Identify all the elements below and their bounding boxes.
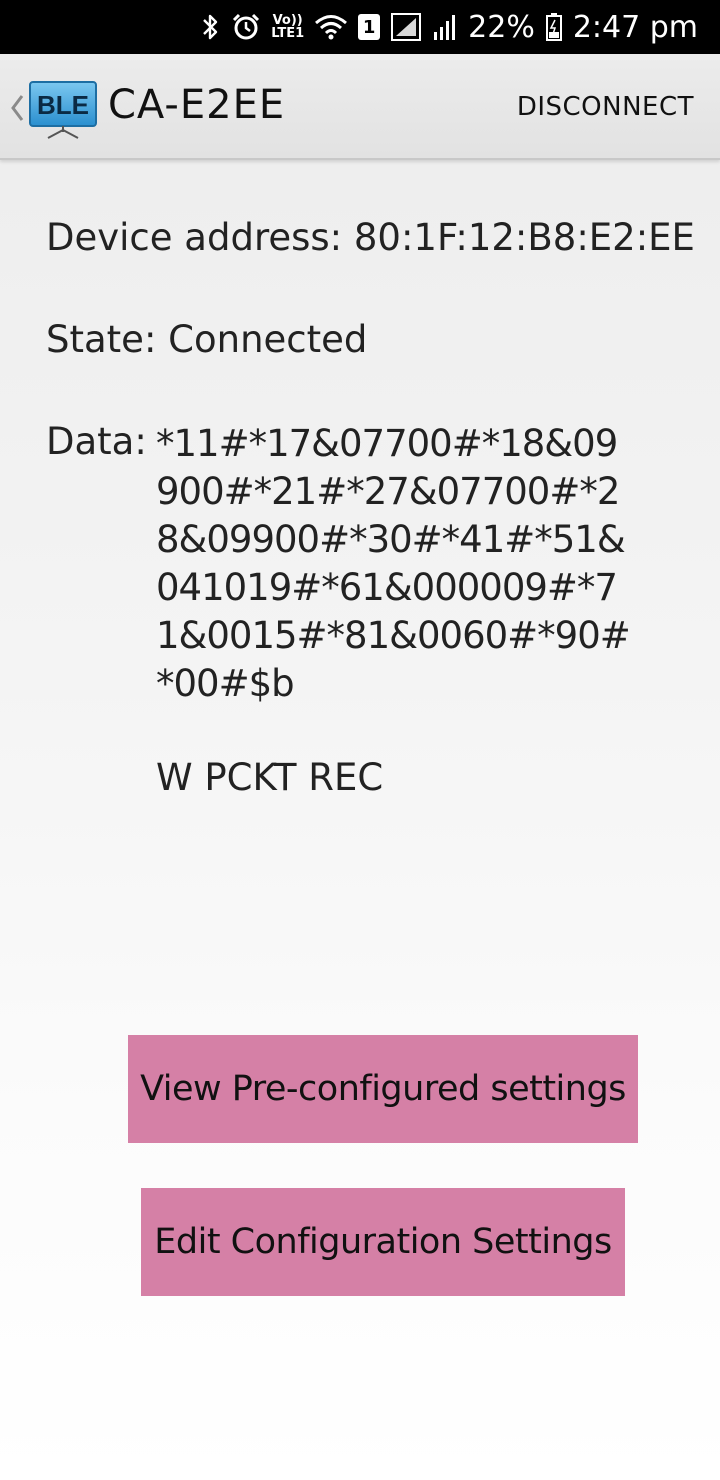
battery-icon [545, 7, 563, 47]
signal-icon [432, 7, 458, 47]
sim-icon: 1 [358, 7, 381, 47]
device-address: Device address: 80:1F:12:B8:E2:EE [46, 216, 695, 259]
battery-percent: 22% [468, 9, 535, 45]
packet-status-message: W PCKT REC [156, 756, 384, 799]
status-bar: Vo)) LTE1 1 22% 2:47 pm [0, 0, 720, 54]
data-label: Data: [46, 420, 147, 463]
data-value: *11#*17&07700#*18&09 900#*21#*27&07700#*… [156, 420, 631, 708]
connection-state: State: Connected [46, 318, 368, 361]
bluetooth-icon [201, 7, 221, 47]
wifi-icon [314, 7, 348, 47]
signal-icon [390, 7, 422, 47]
back-caret-icon[interactable] [8, 90, 26, 126]
page-title: CA-E2EE [108, 82, 286, 128]
ble-device-screen: Vo)) LTE1 1 22% 2:47 pm BLE CA-E2EE DISC… [0, 0, 720, 1480]
volte-icon: Vo)) LTE1 [271, 7, 304, 47]
data-line: 8&09900#*30#*41#*51& [156, 518, 626, 561]
action-bar: BLE CA-E2EE DISCONNECT [0, 54, 720, 160]
lte-label: LTE1 [271, 26, 305, 41]
data-line: 041019#*61&000009#*7 [156, 566, 618, 609]
data-line: 900#*21#*27&07700#*2 [156, 470, 620, 513]
clock: 2:47 pm [572, 9, 698, 45]
view-preconfigured-settings-button[interactable]: View Pre-configured settings [128, 1035, 638, 1143]
alarm-icon [231, 7, 261, 47]
sim-slot-label: 1 [358, 14, 381, 40]
edit-configuration-settings-button[interactable]: Edit Configuration Settings [141, 1188, 625, 1296]
disconnect-button[interactable]: DISCONNECT [517, 92, 694, 122]
data-line: 1&0015#*81&0060#*90# [156, 614, 631, 657]
data-line: *00#$b [156, 662, 295, 705]
logo-text: BLE [37, 90, 89, 120]
data-line: *11#*17&07700#*18&09 [156, 422, 618, 465]
ble-logo-icon[interactable]: BLE [28, 80, 98, 140]
